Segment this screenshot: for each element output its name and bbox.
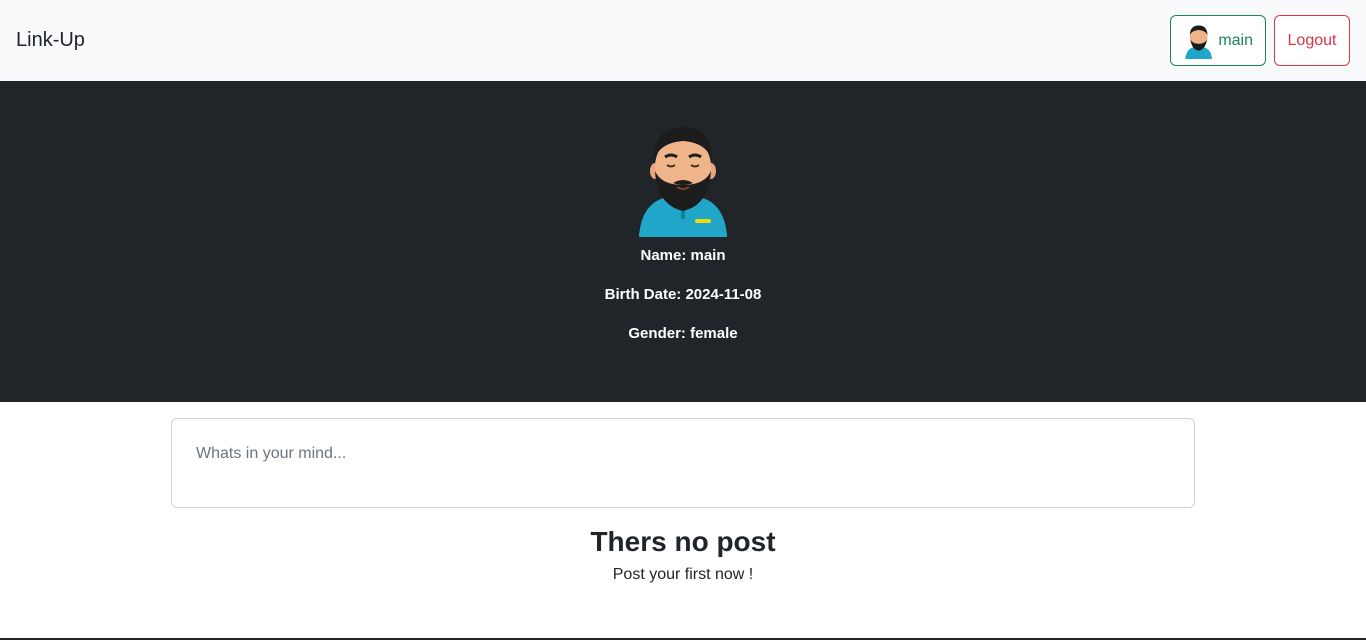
post-input[interactable]	[196, 445, 1170, 463]
post-composer[interactable]	[171, 418, 1195, 508]
logout-button[interactable]: Logout	[1274, 15, 1350, 66]
empty-state-subtitle: Post your first now !	[612, 566, 754, 583]
navbar-actions: main Logout	[1170, 15, 1350, 66]
user-avatar-icon	[1184, 25, 1213, 59]
user-button-label: main	[1218, 31, 1253, 49]
profile-gender: Gender: female	[628, 325, 738, 342]
empty-state: Thers no post Post your first now !	[0, 526, 1366, 584]
brand-link[interactable]: Link-Up	[16, 29, 85, 52]
user-profile-button[interactable]: main	[1170, 15, 1266, 66]
profile-birth-date: Birth Date: 2024-11-08	[604, 286, 762, 303]
profile-name: Name: main	[640, 247, 726, 264]
profile-avatar	[639, 127, 727, 237]
navbar: Link-Up main Logout	[0, 0, 1366, 81]
empty-state-title: Thers no post	[590, 526, 776, 557]
profile-header: Name: main Birth Date: 2024-11-08 Gender…	[0, 81, 1366, 402]
